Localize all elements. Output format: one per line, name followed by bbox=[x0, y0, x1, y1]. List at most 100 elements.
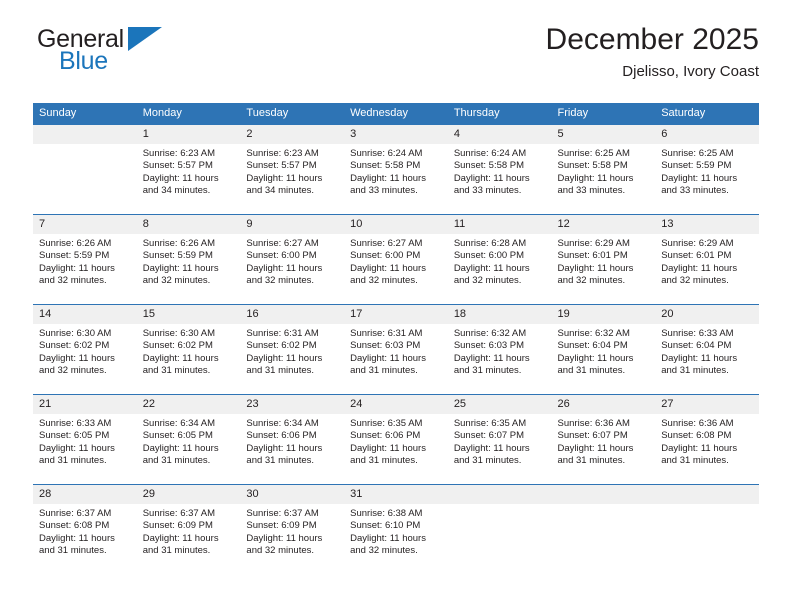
calendar-day-cell[interactable]: 6 Sunrise: 6:25 AM Sunset: 5:59 PM Daylight… bbox=[655, 124, 759, 215]
calendar-day-cell[interactable]: 3 Sunrise: 6:24 AM Sunset: 5:58 PM Daylight… bbox=[344, 124, 448, 215]
calendar-day-cell[interactable]: 7 Sunrise: 6:26 AM Sunset: 5:59 PM Daylight… bbox=[33, 214, 137, 305]
page-header: General Blue December 2025 Djelisso, Ivo… bbox=[33, 0, 759, 80]
calendar-day-cell[interactable]: 31 Sunrise: 6:38 AM Sunset: 6:10 PM Dayligh… bbox=[344, 484, 448, 575]
day-number: 31 bbox=[344, 485, 448, 504]
sunrise-text: Sunrise: 6:33 AM bbox=[39, 418, 112, 429]
sunrise-text: Sunrise: 6:25 AM bbox=[557, 148, 630, 159]
day-info: Sunrise: 6:24 AM Sunset: 5:58 PM Daylight:… bbox=[448, 144, 552, 198]
calendar-day-cell[interactable]: 28 Sunrise: 6:37 AM Sunset: 6:08 PM Dayligh… bbox=[33, 484, 137, 575]
daylight-text-line1: Daylight: 11 hours bbox=[557, 442, 634, 454]
day-info: Sunrise: 6:25 AM Sunset: 5:58 PM Daylight:… bbox=[552, 144, 656, 198]
sunset-text: Sunset: 6:06 PM bbox=[350, 430, 421, 442]
day-info: Sunrise: 6:37 AM Sunset: 6:09 PM Daylight:… bbox=[240, 504, 344, 558]
daylight-text-line2: and 31 minutes. bbox=[453, 455, 522, 467]
day-info: Sunrise: 6:32 AM Sunset: 6:03 PM Daylight:… bbox=[448, 324, 552, 378]
day-number: 20 bbox=[655, 305, 759, 324]
calendar-day-cell[interactable]: 19 Sunrise: 6:32 AM Sunset: 6:04 PM Dayligh… bbox=[551, 304, 656, 395]
daylight-text-line1: Daylight: 11 hours bbox=[350, 172, 426, 184]
calendar-day-cell[interactable]: 22 Sunrise: 6:34 AM Sunset: 6:05 PM Dayligh… bbox=[136, 394, 241, 485]
calendar-day-cell[interactable]: 20 Sunrise: 6:33 AM Sunset: 6:04 PM Dayligh… bbox=[655, 304, 759, 395]
daylight-text-line1: Daylight: 11 hours bbox=[350, 442, 426, 454]
calendar-day-cell-empty bbox=[655, 484, 759, 575]
daylight-text-line1: Daylight: 11 hours bbox=[350, 262, 426, 274]
day-number: 12 bbox=[551, 215, 656, 234]
daylight-text-line1: Daylight: 11 hours bbox=[142, 172, 219, 184]
sunset-text: Sunset: 6:00 PM bbox=[246, 250, 317, 262]
sunrise-text: Sunrise: 6:34 AM bbox=[246, 418, 319, 429]
sunrise-text: Sunrise: 6:28 AM bbox=[453, 238, 527, 249]
calendar-day-cell[interactable]: 12 Sunrise: 6:29 AM Sunset: 6:01 PM Dayligh… bbox=[551, 214, 656, 305]
calendar-day-cell[interactable]: 13 Sunrise: 6:29 AM Sunset: 6:01 PM Dayligh… bbox=[655, 214, 759, 305]
daylight-text-line1: Daylight: 11 hours bbox=[39, 442, 115, 454]
calendar-day-cell[interactable]: 8 Sunrise: 6:26 AM Sunset: 5:59 PM Daylight… bbox=[136, 214, 241, 305]
calendar-day-cell[interactable]: 25 Sunrise: 6:35 AM Sunset: 6:07 PM Dayligh… bbox=[447, 394, 552, 485]
calendar-day-cell[interactable]: 4 Sunrise: 6:24 AM Sunset: 5:58 PM Daylight… bbox=[447, 124, 552, 215]
calendar-day-cell[interactable]: 30 Sunrise: 6:37 AM Sunset: 6:09 PM Dayligh… bbox=[240, 484, 345, 575]
sunrise-text: Sunrise: 6:38 AM bbox=[350, 508, 423, 519]
sunrise-text: Sunrise: 6:32 AM bbox=[453, 328, 527, 339]
day-info: Sunrise: 6:33 AM Sunset: 6:05 PM Daylight:… bbox=[33, 414, 137, 468]
sunrise-text: Sunrise: 6:37 AM bbox=[39, 508, 112, 519]
calendar-day-cell[interactable]: 21 Sunrise: 6:33 AM Sunset: 6:05 PM Dayligh… bbox=[33, 394, 137, 485]
blue-triangle-icon bbox=[128, 27, 162, 51]
day-number: 1 bbox=[136, 125, 241, 144]
calendar-day-cell[interactable]: 9 Sunrise: 6:27 AM Sunset: 6:00 PM Daylight… bbox=[240, 214, 345, 305]
calendar-day-cell[interactable]: 24 Sunrise: 6:35 AM Sunset: 6:06 PM Dayligh… bbox=[344, 394, 448, 485]
daylight-text-line2: and 31 minutes. bbox=[661, 365, 729, 377]
day-number: 15 bbox=[136, 305, 241, 324]
day-number: 24 bbox=[344, 395, 448, 414]
daylight-text-line2: and 32 minutes. bbox=[39, 275, 107, 287]
calendar-day-cell[interactable]: 26 Sunrise: 6:36 AM Sunset: 6:07 PM Dayligh… bbox=[551, 394, 656, 485]
sunrise-text: Sunrise: 6:25 AM bbox=[661, 148, 734, 159]
daylight-text-line2: and 31 minutes. bbox=[142, 455, 211, 467]
calendar-day-cell[interactable]: 5 Sunrise: 6:25 AM Sunset: 5:58 PM Daylight… bbox=[551, 124, 656, 215]
sunrise-text: Sunrise: 6:31 AM bbox=[350, 328, 423, 339]
calendar-week-row: 1 Sunrise: 6:23 AM Sunset: 5:57 PM Daylight… bbox=[33, 124, 759, 215]
calendar-day-cell[interactable]: 27 Sunrise: 6:36 AM Sunset: 6:08 PM Dayligh… bbox=[655, 394, 759, 485]
calendar-day-cell[interactable]: 23 Sunrise: 6:34 AM Sunset: 6:06 PM Dayligh… bbox=[240, 394, 345, 485]
daylight-text-line2: and 32 minutes. bbox=[557, 275, 626, 287]
calendar-day-cell[interactable]: 14 Sunrise: 6:30 AM Sunset: 6:02 PM Dayligh… bbox=[33, 304, 137, 395]
sunrise-text: Sunrise: 6:30 AM bbox=[39, 328, 112, 339]
calendar-day-cell[interactable]: 2 Sunrise: 6:23 AM Sunset: 5:57 PM Daylight… bbox=[240, 124, 345, 215]
weekday-header-wednesday: Wednesday bbox=[344, 103, 448, 125]
daylight-text-line2: and 33 minutes. bbox=[350, 185, 418, 197]
day-info: Sunrise: 6:30 AM Sunset: 6:02 PM Daylight:… bbox=[33, 324, 137, 378]
calendar-day-cell[interactable]: 18 Sunrise: 6:32 AM Sunset: 6:03 PM Dayligh… bbox=[447, 304, 552, 395]
day-info: Sunrise: 6:27 AM Sunset: 6:00 PM Daylight:… bbox=[344, 234, 448, 288]
day-number: 30 bbox=[240, 485, 345, 504]
day-number bbox=[655, 485, 759, 504]
calendar-day-cell[interactable]: 1 Sunrise: 6:23 AM Sunset: 5:57 PM Daylight… bbox=[136, 124, 241, 215]
daylight-text-line1: Daylight: 11 hours bbox=[39, 352, 115, 364]
daylight-text-line2: and 31 minutes. bbox=[661, 455, 729, 467]
sunrise-text: Sunrise: 6:29 AM bbox=[557, 238, 630, 249]
daylight-text-line2: and 32 minutes. bbox=[39, 365, 107, 377]
day-number: 25 bbox=[447, 395, 552, 414]
calendar-day-cell[interactable]: 16 Sunrise: 6:31 AM Sunset: 6:02 PM Dayligh… bbox=[240, 304, 345, 395]
sunset-text: Sunset: 6:02 PM bbox=[39, 340, 110, 352]
day-number: 11 bbox=[447, 215, 552, 234]
calendar-day-cell[interactable]: 29 Sunrise: 6:37 AM Sunset: 6:09 PM Dayligh… bbox=[136, 484, 241, 575]
daylight-text-line2: and 31 minutes. bbox=[39, 545, 107, 557]
sunrise-text: Sunrise: 6:32 AM bbox=[557, 328, 630, 339]
day-info: Sunrise: 6:36 AM Sunset: 6:08 PM Daylight:… bbox=[655, 414, 759, 468]
day-info: Sunrise: 6:32 AM Sunset: 6:04 PM Daylight:… bbox=[552, 324, 656, 378]
day-number: 2 bbox=[240, 125, 345, 144]
generalblue-logo[interactable]: General Blue bbox=[37, 26, 197, 82]
daylight-text-line2: and 31 minutes. bbox=[39, 455, 107, 467]
day-info: Sunrise: 6:35 AM Sunset: 6:06 PM Daylight:… bbox=[344, 414, 448, 468]
calendar-day-cell[interactable]: 17 Sunrise: 6:31 AM Sunset: 6:03 PM Dayligh… bbox=[344, 304, 448, 395]
sunset-text: Sunset: 6:01 PM bbox=[661, 250, 732, 262]
daylight-text-line2: and 33 minutes. bbox=[557, 185, 626, 197]
daylight-text-line2: and 31 minutes. bbox=[246, 365, 315, 377]
daylight-text-line2: and 31 minutes. bbox=[557, 455, 626, 467]
calendar-head: Sunday Monday Tuesday Wednesday Thursday… bbox=[33, 103, 759, 125]
page-subtitle: Djelisso, Ivory Coast bbox=[622, 63, 759, 80]
day-number bbox=[551, 485, 656, 504]
day-info: Sunrise: 6:33 AM Sunset: 6:04 PM Daylight:… bbox=[655, 324, 759, 378]
calendar-day-cell[interactable]: 11 Sunrise: 6:28 AM Sunset: 6:00 PM Dayligh… bbox=[447, 214, 552, 305]
calendar-day-cell[interactable]: 15 Sunrise: 6:30 AM Sunset: 6:02 PM Dayligh… bbox=[136, 304, 241, 395]
sunset-text: Sunset: 5:58 PM bbox=[453, 160, 525, 172]
calendar-day-cell[interactable]: 10 Sunrise: 6:27 AM Sunset: 6:00 PM Dayligh… bbox=[344, 214, 448, 305]
sunset-text: Sunset: 5:59 PM bbox=[142, 250, 213, 262]
